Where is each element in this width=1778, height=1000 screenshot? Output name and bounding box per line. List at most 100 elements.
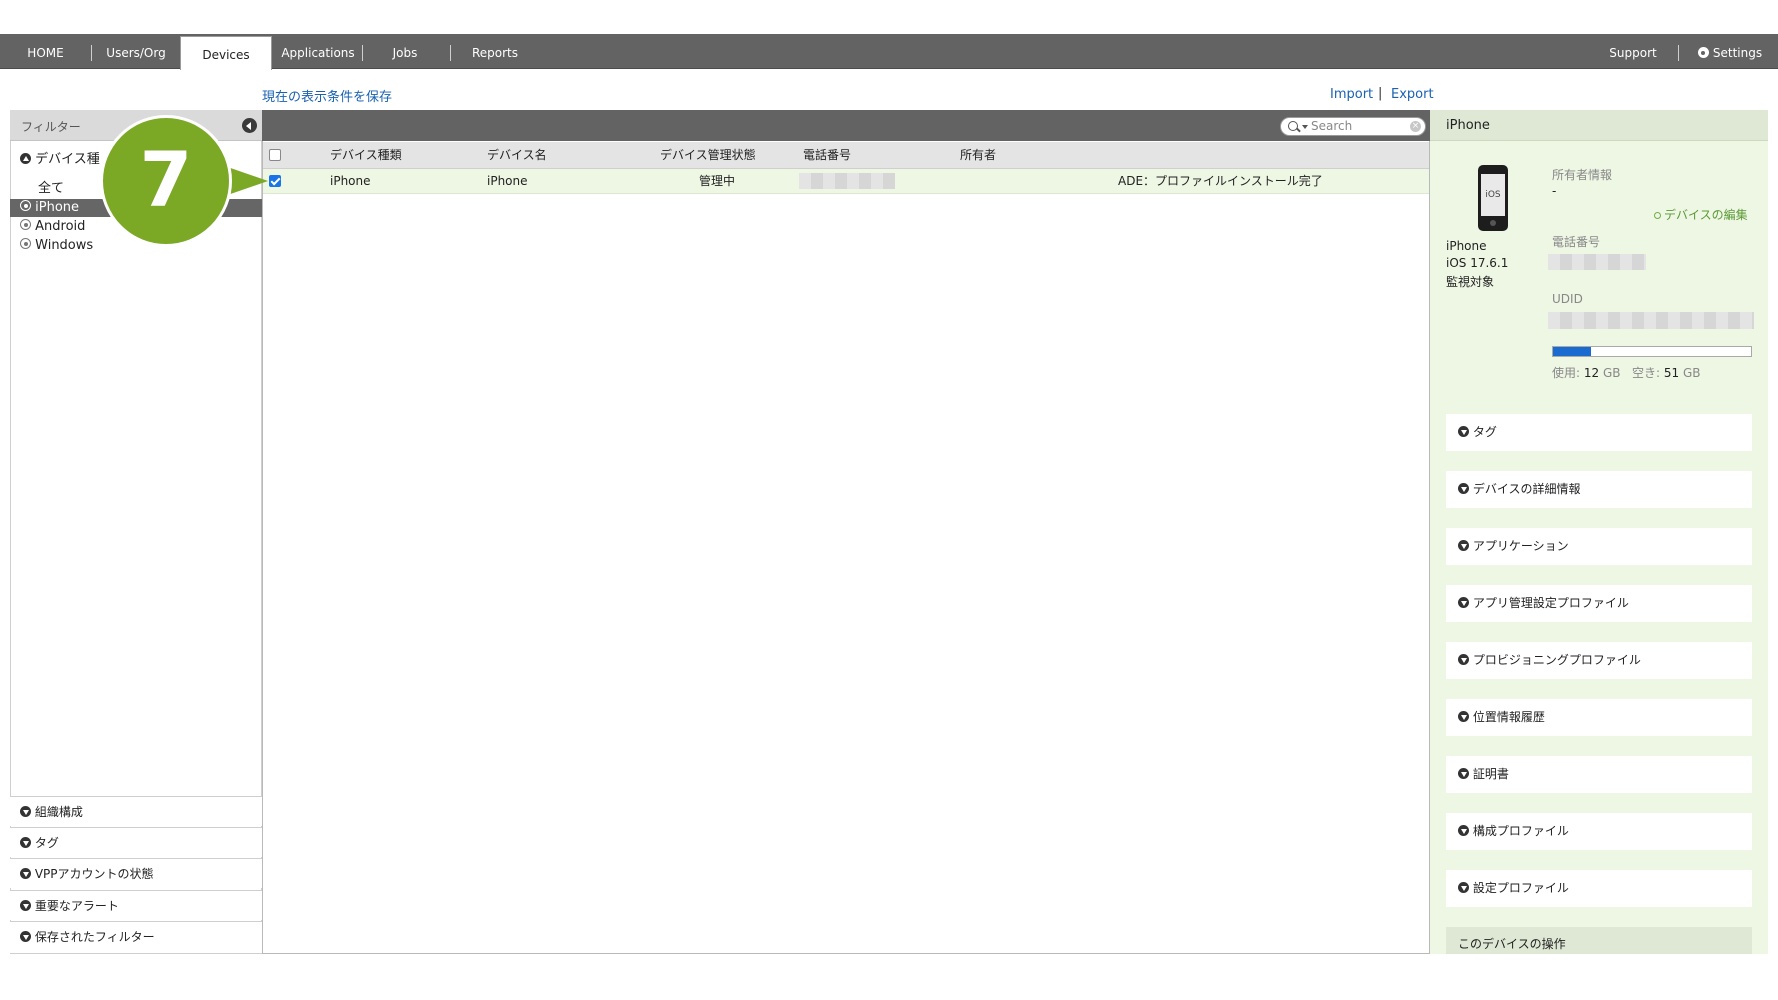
detail-section-applications[interactable]: アプリケーション (1446, 528, 1752, 565)
filter-section-label: 重要なアラート (34, 899, 119, 913)
save-view-link[interactable]: 現在の表示条件を保存 (262, 86, 392, 105)
chevron-down-icon (1458, 597, 1469, 608)
nav-settings[interactable]: Settings (1688, 34, 1772, 68)
col-device-name[interactable]: デバイス名 (487, 142, 547, 168)
detail-section-tag[interactable]: タグ (1446, 414, 1752, 451)
link-separator: | (1378, 86, 1383, 101)
select-all-checkbox[interactable] (269, 149, 281, 161)
chevron-down-icon (1458, 483, 1469, 494)
search-icon (1288, 121, 1298, 131)
collapse-panel-icon[interactable] (242, 118, 257, 133)
col-management-status[interactable]: デバイス管理状態 (660, 142, 756, 168)
search-placeholder: Search (1311, 119, 1353, 133)
filter-option-label: Android (35, 219, 86, 234)
filter-section-saved[interactable]: 保存されたフィルター (10, 921, 262, 953)
chevron-down-icon (1458, 426, 1469, 437)
device-list-panel (262, 110, 1430, 954)
device-detail-header: iPhone (1430, 110, 1768, 141)
radio-icon (20, 200, 31, 211)
detail-section-app-config-profiles[interactable]: アプリ管理設定プロファイル (1446, 585, 1752, 622)
detail-section-label: デバイスの詳細情報 (1472, 482, 1581, 496)
table-row[interactable]: iPhone iPhone 管理中 ADE：プロファイルインストール完了 (263, 169, 1429, 194)
detail-section-device-details[interactable]: デバイスの詳細情報 (1446, 471, 1752, 508)
chevron-down-icon (20, 837, 31, 848)
import-link[interactable]: Import (1330, 87, 1373, 102)
detail-section-certificates[interactable]: 証明書 (1446, 756, 1752, 793)
search-input[interactable]: Search × (1280, 117, 1426, 136)
nav-separator (91, 45, 92, 61)
export-link[interactable]: Export (1391, 87, 1434, 102)
detail-title: iPhone (1446, 118, 1490, 133)
edit-device-link[interactable]: デバイスの編集 (1654, 206, 1748, 223)
filter-option-label: iPhone (35, 200, 80, 215)
device-list-toolbar (262, 110, 1430, 141)
detail-section-label: 位置情報履歴 (1472, 710, 1545, 724)
redacted-udid-value (1548, 312, 1754, 329)
filter-section-label: 保存されたフィルター (34, 930, 155, 944)
chevron-up-icon (20, 153, 31, 164)
nav-applications[interactable]: Applications (275, 34, 361, 68)
filter-option-windows[interactable]: Windows (20, 237, 93, 255)
col-owner[interactable]: 所有者 (960, 142, 996, 168)
nav-reports[interactable]: Reports (458, 34, 532, 68)
chevron-down-icon (20, 868, 31, 879)
chevron-down-icon (1458, 711, 1469, 722)
filter-title: フィルター (21, 120, 81, 134)
phone-number-label: 電話番号 (1552, 235, 1601, 249)
nav-devices[interactable]: Devices (180, 36, 272, 70)
owner-info-value: - (1552, 184, 1557, 198)
radio-icon (20, 219, 31, 230)
device-os-version: iOS 17.6.1 (1446, 256, 1509, 270)
nav-jobs[interactable]: Jobs (370, 34, 440, 68)
clear-icon[interactable]: × (1410, 121, 1421, 132)
filter-section-label: タグ (34, 836, 59, 850)
owner-info-label: 所有者情報 (1552, 168, 1613, 182)
device-supervised: 監視対象 (1446, 275, 1495, 289)
col-phone-number[interactable]: 電話番号 (803, 142, 851, 168)
device-screen: iOS (1481, 174, 1505, 216)
detail-section-location-history[interactable]: 位置情報履歴 (1446, 699, 1752, 736)
storage-summary: 使用: 12 GB 空き: 51 GB (1552, 364, 1700, 381)
filter-section-org[interactable]: 組織構成 (10, 796, 262, 826)
chevron-down-icon (1458, 882, 1469, 893)
detail-section-label: タグ (1472, 425, 1497, 439)
cell-status-note: ADE：プロファイルインストール完了 (1118, 174, 1323, 188)
cell-device-type: iPhone (330, 174, 371, 188)
step-number: 7 (139, 135, 193, 224)
filter-section-alerts[interactable]: 重要なアラート (10, 890, 262, 920)
nav-users-org[interactable]: Users/Org (95, 34, 177, 68)
detail-section-provisioning-profiles[interactable]: プロビジョニングプロファイル (1446, 642, 1752, 679)
nav-support[interactable]: Support (1600, 34, 1666, 68)
detail-section-configuration-profiles[interactable]: 構成プロファイル (1446, 813, 1752, 850)
filter-option-label: Windows (35, 238, 94, 253)
radio-icon (20, 238, 31, 249)
filter-option-android[interactable]: Android (20, 218, 85, 236)
chevron-down-icon (1458, 654, 1469, 665)
redacted-phone-value (1548, 254, 1646, 270)
chevron-down-icon (1458, 825, 1469, 836)
row-checkbox[interactable] (269, 175, 281, 187)
nav-separator (362, 45, 363, 61)
filter-section-tag[interactable]: タグ (10, 827, 262, 857)
filter-option-all[interactable]: 全て (20, 180, 64, 198)
storage-used-unit: GB (1602, 366, 1621, 380)
detail-section-settings-profiles[interactable]: 設定プロファイル (1446, 870, 1752, 907)
col-device-type[interactable]: デバイス種類 (330, 142, 402, 168)
device-type-section-header[interactable]: デバイス種 (20, 148, 100, 167)
cell-device-name: iPhone (487, 174, 528, 188)
detail-section-label: 証明書 (1472, 767, 1509, 781)
nav-separator (450, 45, 451, 61)
chevron-down-icon (1458, 540, 1469, 551)
storage-free-unit: GB (1682, 366, 1701, 380)
filter-section-vpp[interactable]: VPPアカウントの状態 (10, 858, 262, 888)
chevron-down-icon (1458, 768, 1469, 779)
gear-icon (1697, 47, 1709, 58)
nav-home[interactable]: HOME (8, 34, 83, 68)
iphone-device-icon: iOS (1478, 165, 1508, 231)
chevron-down-icon (20, 900, 31, 911)
storage-free-value: 51 (1663, 366, 1680, 380)
detail-section-label: アプリケーション (1472, 539, 1569, 553)
device-actions-header[interactable]: このデバイスの操作 (1446, 927, 1752, 954)
table-header: デバイス種類 デバイス名 デバイス管理状態 電話番号 所有者 (263, 142, 1429, 169)
dropdown-arrow-icon[interactable] (1302, 125, 1308, 129)
